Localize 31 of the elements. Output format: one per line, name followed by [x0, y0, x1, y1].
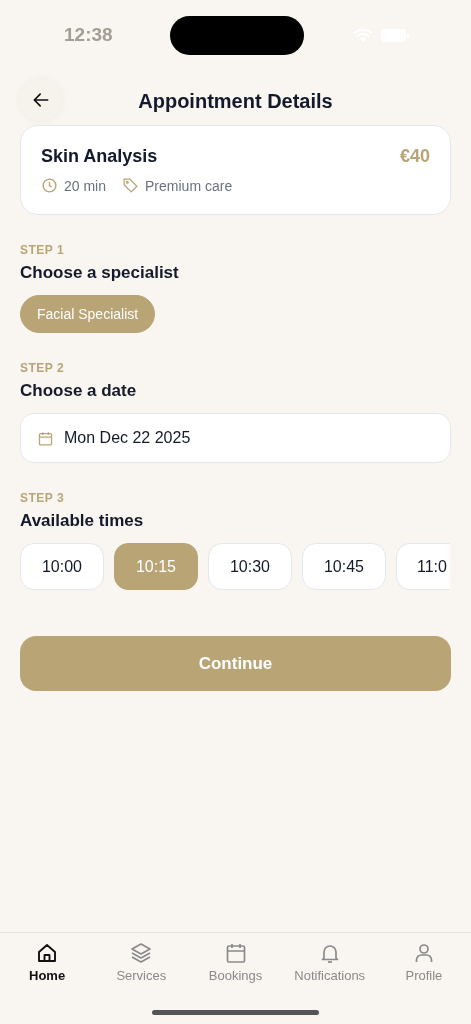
- step-title: Available times: [20, 511, 145, 531]
- continue-button[interactable]: Continue: [20, 636, 451, 691]
- tab-item[interactable]: Home: [0, 941, 95, 983]
- time-slot[interactable]: 10:30: [208, 543, 292, 590]
- step-title: Choose a specialist: [20, 263, 180, 283]
- page-title: Appointment Details: [138, 89, 333, 113]
- clock-icon: [41, 177, 58, 194]
- time-slot[interactable]: 10:15: [114, 543, 198, 590]
- status-time: 12:38: [64, 24, 114, 46]
- tab-item[interactable]: Profile: [376, 941, 471, 983]
- step-label: STEP 2: [20, 361, 66, 375]
- service-price: €40: [399, 146, 430, 167]
- time-slot[interactable]: 11:0: [396, 543, 450, 590]
- back-arrow-icon: [31, 90, 51, 110]
- time-slot[interactable]: 10:45: [302, 543, 386, 590]
- step-title: Choose a date: [20, 381, 138, 401]
- layers-icon: [129, 941, 154, 965]
- tag-icon: [122, 177, 140, 194]
- date-field[interactable]: Mon Dec 22 2025: [20, 413, 451, 463]
- tab-item[interactable]: Notifications: [282, 941, 377, 983]
- service-name: Skin Analysis: [41, 146, 158, 167]
- tab-item[interactable]: Services: [94, 941, 189, 983]
- calendar-icon: [37, 429, 54, 447]
- tab-item[interactable]: Bookings: [188, 941, 283, 983]
- service-category: Premium care: [145, 177, 233, 194]
- date-value: Mon Dec 22 2025: [64, 429, 191, 447]
- step-label: STEP 1: [20, 243, 66, 257]
- specialist-chip[interactable]: Facial Specialist: [20, 295, 156, 333]
- service-duration: 20 min: [64, 177, 107, 194]
- time-slot[interactable]: 10:00: [20, 543, 104, 590]
- step-label: STEP 3: [20, 491, 66, 505]
